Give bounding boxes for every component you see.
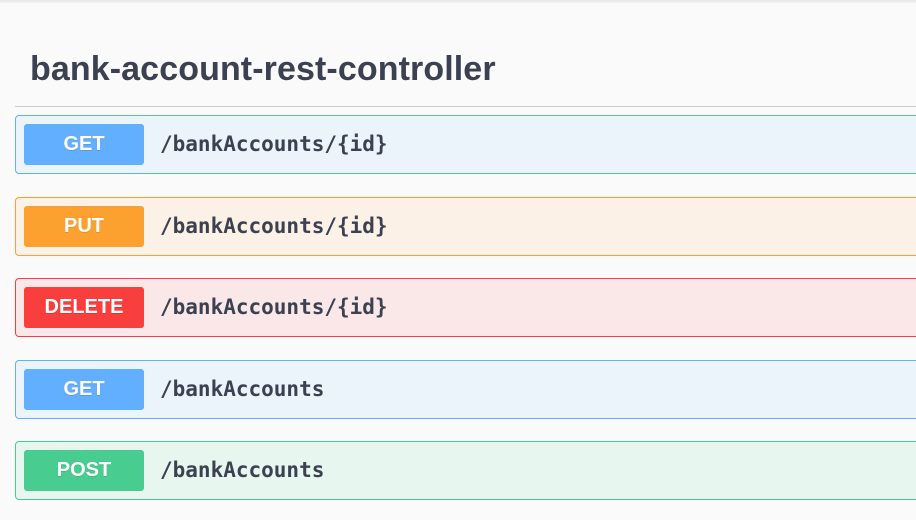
tag-section: bank-account-rest-controller GET /bankAc… (15, 0, 916, 520)
endpoint-path: /bankAccounts (160, 377, 325, 401)
method-badge: POST (24, 450, 144, 491)
method-badge: GET (24, 369, 144, 410)
opblock-post-bank-accounts[interactable]: POST /bankAccounts (15, 441, 916, 500)
endpoint-path: /bankAccounts/{id} (160, 295, 388, 319)
endpoint-path: /bankAccounts/{id} (160, 132, 388, 156)
tag-header[interactable]: bank-account-rest-controller (15, 46, 916, 107)
method-badge: PUT (24, 206, 144, 247)
method-badge: GET (24, 124, 144, 165)
opblock-get-bank-accounts[interactable]: GET /bankAccounts (15, 360, 916, 419)
endpoint-path: /bankAccounts/{id} (160, 214, 388, 238)
opblock-put-bank-account-by-id[interactable]: PUT /bankAccounts/{id} (15, 197, 916, 256)
opblock-get-bank-account-by-id[interactable]: GET /bankAccounts/{id} (15, 115, 916, 174)
method-badge: DELETE (24, 287, 144, 328)
tag-title: bank-account-rest-controller (30, 50, 496, 88)
endpoint-path: /bankAccounts (160, 458, 325, 482)
opblock-delete-bank-account-by-id[interactable]: DELETE /bankAccounts/{id} (15, 278, 916, 337)
